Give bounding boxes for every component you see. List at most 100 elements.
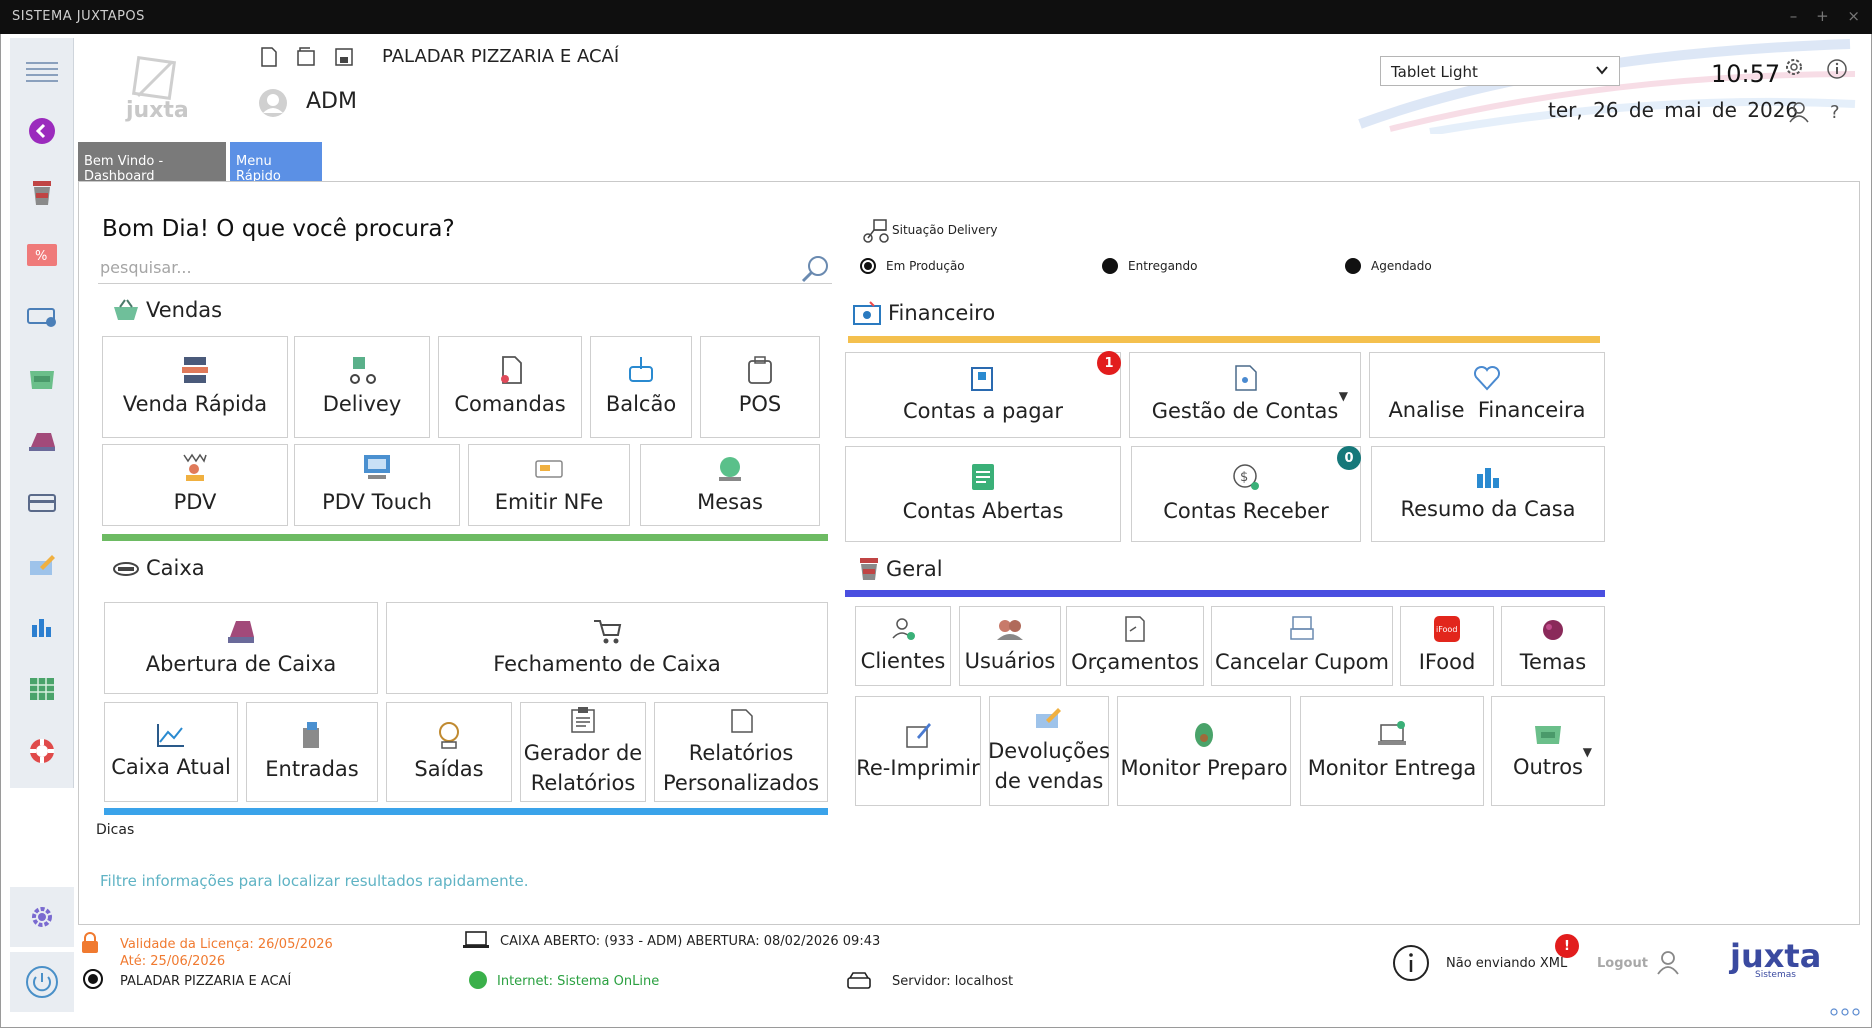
target-icon [82, 968, 104, 994]
cancelar-cupom-button[interactable]: Cancelar Cupom [1211, 606, 1393, 686]
ifood-button[interactable]: iFood IFood [1400, 606, 1494, 686]
money-bag-icon [439, 722, 459, 749]
dicas-title: Dicas [96, 822, 135, 838]
greeting: Bom Dia! O que você procura? [102, 216, 455, 242]
avocado-icon [1195, 723, 1213, 747]
current-date: ter, 26 de mai de 2026 [1548, 98, 1799, 122]
monitor-entrega-button[interactable]: Monitor Entrega [1300, 696, 1484, 806]
back-icon[interactable] [10, 106, 74, 156]
usuarios-button[interactable]: Usuários [959, 606, 1061, 686]
logout-link[interactable]: Logout [1597, 956, 1648, 971]
clientes-button[interactable]: Clientes [855, 606, 951, 686]
tab-menu-rapido[interactable]: Menu Rápido [230, 142, 322, 184]
register-icon[interactable] [10, 416, 74, 466]
pos-terminal-icon [748, 356, 772, 384]
delivery-icon [862, 218, 890, 248]
chart-icon[interactable] [10, 602, 74, 652]
resumo-da-casa-button[interactable]: Resumo da Casa [1371, 446, 1605, 542]
theme-select-value: Tablet Light [1391, 63, 1478, 81]
lock-icon [80, 932, 100, 958]
user-icon[interactable] [1788, 100, 1810, 128]
comandas-button[interactable]: Comandas [438, 336, 582, 438]
devolucoes-de-vendas-button[interactable]: Devoluções de vendas [988, 696, 1110, 806]
company-name: PALADAR PIZZARIA E ACAÍ [382, 46, 620, 67]
power-icon[interactable] [10, 952, 74, 1012]
relatorios-personalizados-button[interactable]: Relatórios Personalizados [654, 702, 828, 802]
cash-machine-icon [303, 722, 319, 748]
xml-info-icon[interactable] [1392, 944, 1430, 986]
search-input[interactable]: pesquisar... [98, 256, 832, 284]
window-title: SISTEMA JUXTAPOS [12, 9, 145, 24]
geral-divider [845, 590, 1605, 597]
pdv-cashier-icon [183, 453, 207, 481]
server-status: Servidor: localhost [892, 974, 1014, 989]
delivey-button[interactable]: Delivey [294, 336, 430, 438]
fechamento-de-caixa-button[interactable]: Fechamento de Caixa [386, 602, 828, 694]
gerador-de-relatorios-button[interactable]: Gerador de Relatórios [520, 702, 646, 802]
saidas-button[interactable]: Saídas [386, 702, 512, 802]
orcamentos-button[interactable]: Orçamentos [1066, 606, 1204, 686]
monitor-preparo-button[interactable]: Monitor Preparo [1117, 696, 1291, 806]
logo-text: juxta [126, 98, 189, 123]
pos-button[interactable]: POS [700, 336, 820, 438]
user-avatar-icon[interactable] [258, 88, 288, 122]
mesas-button[interactable]: Mesas [640, 444, 820, 526]
venda-rapida-button[interactable]: Venda Rápida [102, 336, 288, 438]
maximize-button[interactable]: + [1816, 7, 1829, 25]
section-caixa-title: Caixa [112, 556, 205, 580]
balcao-button[interactable]: Balcão [590, 336, 692, 438]
logout-user-icon[interactable] [1656, 950, 1680, 980]
svg-text:iFood: iFood [1436, 625, 1457, 634]
line-chart-icon [157, 724, 184, 747]
info-icon[interactable] [1826, 58, 1848, 84]
help-icon[interactable]: ? [1830, 102, 1840, 123]
tab-dashboard[interactable]: Bem Vindo - Dashboard [78, 142, 226, 184]
status-em-producao[interactable]: Em Produção [860, 258, 965, 274]
section-geral-title: Geral [858, 556, 943, 582]
analise-financeira-button[interactable]: Analise Financeira [1369, 352, 1605, 438]
contas-a-pagar-button[interactable]: Contas a pagar [845, 352, 1121, 438]
gestao-de-contas-button[interactable]: Gestão de Contas ▼ [1129, 352, 1361, 438]
open-account-doc-icon [972, 464, 994, 490]
cash-icon[interactable] [10, 354, 74, 404]
search-placeholder: pesquisar... [100, 258, 192, 277]
caixa-atual-button[interactable]: Caixa Atual [104, 702, 238, 802]
contas-abertas-button[interactable]: Contas Abertas [845, 446, 1121, 542]
discount-icon[interactable]: % [10, 230, 74, 280]
more-dots-icon[interactable] [1830, 1002, 1862, 1021]
pdv-button[interactable]: PDV [102, 444, 288, 526]
wallet-icon[interactable] [10, 478, 74, 528]
cup-icon [860, 558, 878, 580]
report-clipboard-icon [571, 707, 595, 733]
close-button[interactable]: × [1847, 7, 1860, 25]
pagar-badge: 1 [1097, 351, 1121, 375]
entradas-button[interactable]: Entradas [246, 702, 378, 802]
minimize-button[interactable]: – [1790, 7, 1798, 25]
emitir-nfe-button[interactable]: Emitir NFe [468, 444, 630, 526]
money-screen-icon [853, 301, 881, 325]
temas-button[interactable]: Temas [1501, 606, 1605, 686]
abertura-de-caixa-button[interactable]: Abertura de Caixa [104, 602, 378, 694]
lifebuoy-icon[interactable] [10, 726, 74, 776]
re-imprimir-button[interactable]: Re-Imprimir [855, 696, 981, 806]
outros-button[interactable]: Outros ▼ [1491, 696, 1605, 806]
open-file-icon [297, 47, 315, 66]
contas-receber-button[interactable]: $ Contas Receber [1131, 446, 1361, 542]
radio-selected-icon [860, 258, 876, 274]
status-agendado[interactable]: Agendado [1345, 258, 1432, 274]
hamburger-menu-icon[interactable] [10, 46, 74, 96]
caixa-status: CAIXA ABERTO: (933 - ADM) ABERTURA: 08/0… [500, 934, 881, 949]
card-add-icon[interactable] [10, 292, 74, 342]
edit-note-icon[interactable] [10, 540, 74, 590]
theme-select[interactable]: Tablet Light [1380, 56, 1620, 86]
file-toolbar [258, 46, 388, 72]
search-icon[interactable] [800, 254, 830, 288]
settings-gear-icon[interactable] [10, 887, 74, 947]
gear-icon[interactable] [1783, 56, 1805, 82]
pdv-touch-button[interactable]: PDV Touch [294, 444, 460, 526]
spreadsheet-icon[interactable] [10, 664, 74, 714]
coffee-cup-icon[interactable] [10, 168, 74, 218]
cash-stack-icon [1535, 726, 1561, 744]
status-entregando[interactable]: Entregando [1102, 258, 1197, 274]
dropdown-arrow-icon: ▼ [1582, 745, 1592, 759]
